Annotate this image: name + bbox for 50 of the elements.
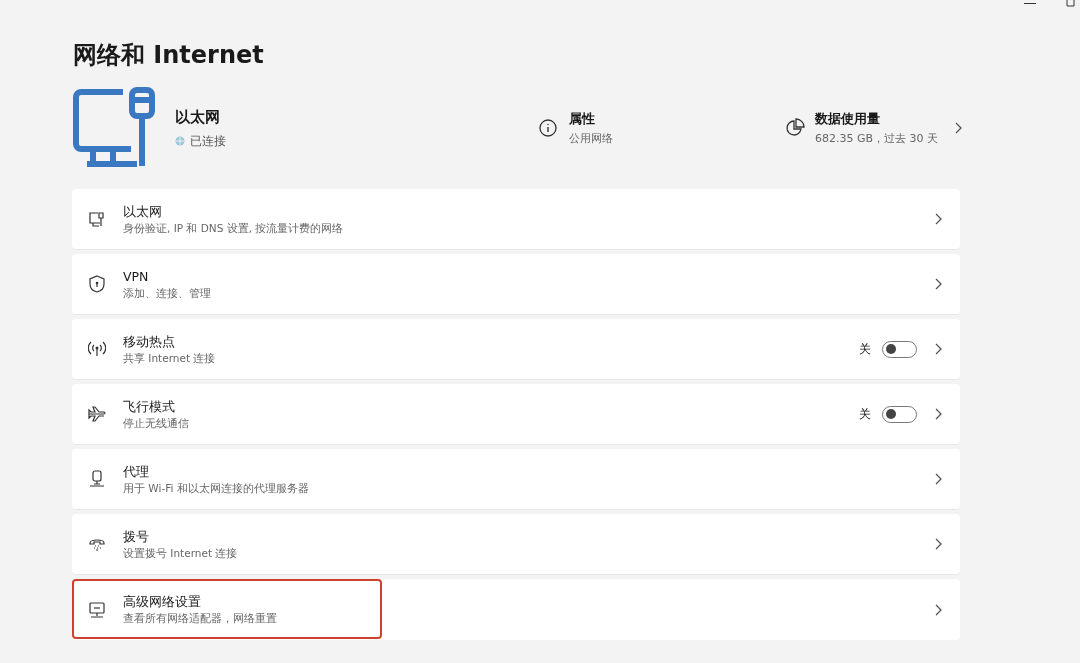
- restore-icon[interactable]: [1066, 0, 1076, 7]
- data-usage-link[interactable]: 数据使用量 682.35 GB，过去 30 天: [814, 109, 938, 147]
- settings-row[interactable]: 代理 用于 Wi-Fi 和以太网连接的代理服务器: [72, 449, 960, 510]
- proxy-icon: [88, 470, 106, 488]
- computer-icon: [73, 86, 157, 170]
- hotspot-icon: [88, 340, 106, 358]
- pie-chart-icon: [784, 118, 805, 138]
- airplane-icon: [88, 405, 106, 423]
- row-title: 高级网络设置: [123, 594, 202, 610]
- minimize-icon[interactable]: [1024, 3, 1036, 5]
- toggle-state: 关: [859, 406, 871, 423]
- settings-row[interactable]: 飞行模式 停止无线通信 关: [72, 384, 960, 445]
- connection-name: 以太网: [175, 106, 221, 128]
- shield-icon: [88, 275, 106, 293]
- properties-link[interactable]: 属性 公用网络: [568, 109, 613, 147]
- chevron-icon: [934, 278, 942, 290]
- ethernet-icon: [88, 210, 106, 228]
- row-title: 移动热点: [123, 333, 176, 350]
- settings-row[interactable]: 移动热点 共享 Internet 连接 关: [72, 319, 960, 380]
- toggle-switch[interactable]: [882, 405, 917, 423]
- toggle-state: 关: [859, 341, 871, 358]
- row-title: 飞行模式: [123, 398, 176, 415]
- row-title: 代理: [123, 463, 150, 480]
- chevron-icon: [934, 408, 942, 420]
- settings-row[interactable]: 拨号 设置拨号 Internet 连接: [72, 514, 960, 575]
- row-title: 拨号: [123, 528, 150, 545]
- row-subtitle: 停止无线通信: [123, 415, 189, 430]
- globe-icon: [175, 136, 185, 147]
- row-subtitle: 添加、连接、管理: [123, 285, 211, 300]
- settings-row[interactable]: 高级网络设置 查看所有网络适配器，网络重置: [72, 579, 960, 640]
- row-subtitle: 共享 Internet 连接: [123, 350, 216, 365]
- chevron-icon: [934, 343, 942, 355]
- row-subtitle: 身份验证, IP 和 DNS 设置, 按流量计费的网络: [123, 220, 344, 235]
- page-title: 网络和 Internet: [73, 40, 264, 70]
- row-subtitle: 查看所有网络适配器，网络重置: [123, 611, 277, 625]
- chevron-icon: [934, 603, 942, 616]
- chevron-icon: [934, 213, 942, 225]
- settings-row[interactable]: VPN 添加、连接、管理: [72, 254, 960, 315]
- settings-row[interactable]: 以太网 身份验证, IP 和 DNS 设置, 按流量计费的网络: [72, 189, 960, 250]
- monitor-icon: [88, 600, 106, 619]
- chevron-icon: [934, 473, 942, 485]
- row-title: VPN: [123, 268, 150, 285]
- info-icon: [538, 119, 557, 137]
- row-title: 以太网: [123, 203, 163, 220]
- row-subtitle: 设置拨号 Internet 连接: [123, 545, 238, 560]
- connection-status: 已连接: [190, 133, 226, 151]
- toggle-switch[interactable]: [882, 340, 917, 358]
- chevron-icon: [934, 538, 942, 550]
- row-subtitle: 用于 Wi-Fi 和以太网连接的代理服务器: [123, 480, 309, 495]
- chevron-icon[interactable]: [954, 122, 962, 134]
